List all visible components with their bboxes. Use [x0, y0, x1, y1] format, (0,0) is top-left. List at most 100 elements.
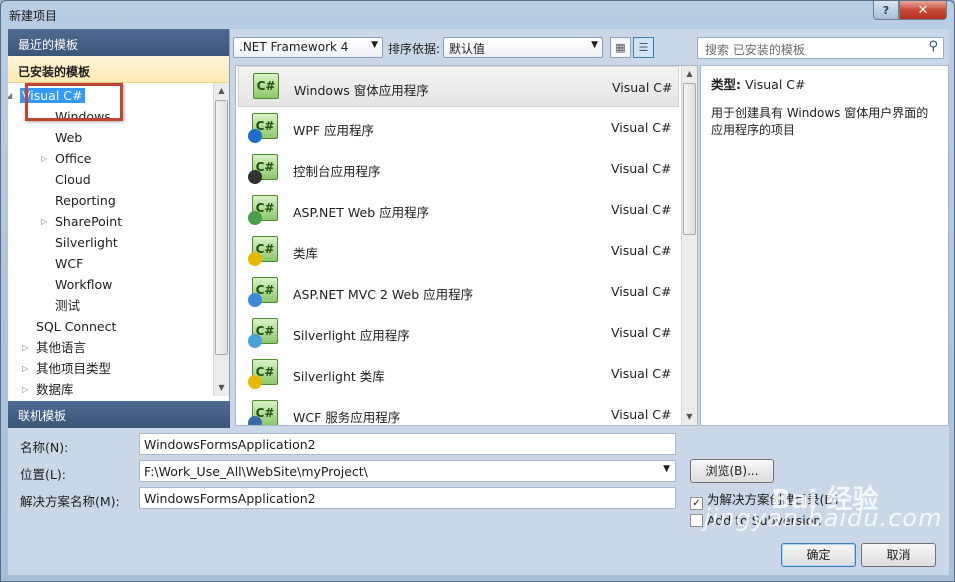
close-button[interactable]: ✕ — [899, 1, 947, 20]
scroll-up-icon[interactable]: ▲ — [682, 66, 697, 82]
help-button[interactable]: ? — [873, 1, 899, 20]
ok-button[interactable]: 确定 — [781, 543, 856, 567]
category-scrollbar[interactable]: ▲ ▼ — [213, 83, 229, 396]
template-row[interactable]: C# Windows 窗体应用程序 Visual C# — [238, 66, 679, 107]
tree-item[interactable]: 其他项目类型 — [36, 358, 111, 379]
chevron-down-icon: ▼ — [591, 40, 598, 50]
template-badge-icon — [248, 334, 262, 348]
expand-arrow-icon[interactable]: ▷ — [22, 337, 32, 358]
location-label: 位置(L): — [20, 467, 66, 482]
location-field[interactable]: F:\Work_Use_All\WebSite\myProject\ ▼ — [139, 460, 676, 482]
aspnet-web-icon: C# — [248, 193, 280, 225]
template-badge-icon — [248, 170, 262, 184]
tree-item[interactable]: 测试 — [55, 295, 80, 316]
cancel-button[interactable]: 取消 — [861, 543, 936, 567]
template-name: Silverlight 类库 — [293, 369, 385, 384]
search-icon[interactable]: ⚲ — [928, 39, 938, 54]
tree-item-label: SQL Connect — [36, 319, 117, 334]
template-row[interactable]: C# 类库 Visual C# — [238, 230, 679, 271]
search-placeholder: 搜索 已安装的模板 — [705, 43, 805, 57]
template-row[interactable]: C# 控制台应用程序 Visual C# — [238, 148, 679, 189]
tree-item[interactable]: Silverlight — [55, 232, 118, 253]
template-badge-icon — [248, 252, 262, 266]
scroll-down-icon[interactable]: ▼ — [214, 380, 229, 396]
scroll-down-icon[interactable]: ▼ — [682, 409, 697, 425]
tree-item-label: SharePoint — [55, 214, 123, 229]
template-language: Visual C# — [611, 161, 672, 176]
browse-button[interactable]: 浏览(B)... — [690, 459, 774, 483]
template-badge-icon — [248, 375, 262, 389]
online-templates-header[interactable]: 联机模板 — [8, 401, 230, 428]
template-badge-icon — [248, 211, 262, 225]
tree-item[interactable]: Office — [55, 148, 92, 169]
type-value: Visual C# — [744, 77, 806, 92]
expand-arrow-icon[interactable]: ▷ — [41, 148, 51, 169]
search-input[interactable]: 搜索 已安装的模板 ⚲ — [697, 37, 944, 59]
template-row[interactable]: C# WCF 服务应用程序 Visual C# — [238, 394, 679, 425]
tree-item[interactable]: Web — [55, 127, 82, 148]
chevron-down-icon: ▼ — [371, 40, 378, 50]
template-row[interactable]: C# Silverlight 类库 Visual C# — [238, 353, 679, 394]
source-control-checkbox[interactable] — [690, 514, 703, 527]
installed-templates-header[interactable]: 已安装的模板 — [8, 56, 229, 83]
template-name: 控制台应用程序 — [293, 164, 381, 179]
sort-select[interactable]: 默认值 ▼ — [443, 37, 603, 58]
tree-item-label: Cloud — [55, 172, 91, 187]
watermark-logo: Bai 经验 — [771, 485, 879, 515]
tree-item[interactable]: WCF — [55, 253, 83, 274]
framework-value: .NET Framework 4 — [239, 40, 349, 54]
solution-name-label: 解决方案名称(M): — [20, 494, 120, 509]
tree-item-label: Reporting — [55, 193, 116, 208]
template-row[interactable]: C# WPF 应用程序 Visual C# — [238, 107, 679, 148]
template-language: Visual C# — [611, 366, 672, 381]
solution-name-field[interactable]: WindowsFormsApplication2 — [139, 487, 676, 509]
scrollbar-thumb[interactable] — [683, 83, 696, 235]
template-category-panel: 最近的模板 已安装的模板 ◢ Visual C# Windows Web ▷ Office… — [8, 29, 230, 428]
expand-arrow-icon[interactable]: ▷ — [22, 358, 32, 379]
chevron-down-icon[interactable]: ▼ — [663, 464, 670, 474]
recent-templates-header[interactable]: 最近的模板 — [8, 29, 229, 56]
template-name: ASP.NET MVC 2 Web 应用程序 — [293, 287, 474, 302]
create-directory-checkbox[interactable]: ✓ — [690, 497, 703, 510]
tree-item[interactable]: 数据库 — [36, 379, 74, 396]
sort-label: 排序依据: — [388, 42, 441, 56]
tree-item[interactable]: Reporting — [55, 190, 116, 211]
framework-select[interactable]: .NET Framework 4 ▼ — [233, 37, 383, 58]
template-row[interactable]: C# Silverlight 应用程序 Visual C# — [238, 312, 679, 353]
small-icons-view-button[interactable]: ▦ — [610, 37, 631, 58]
tree-item[interactable]: SQL Connect — [36, 316, 116, 337]
new-project-dialog: 新建项目 ? ✕ 最近的模板 已安装的模板 ◢ Visual C# Windows W… — [0, 0, 955, 582]
wcf-service-icon: C# — [248, 398, 280, 425]
tree-item-label: Silverlight — [55, 235, 118, 250]
sort-value: 默认值 — [449, 42, 486, 56]
tree-item[interactable]: Cloud — [55, 169, 91, 190]
title-bar[interactable]: 新建项目 ? ✕ — [1, 1, 954, 29]
type-label: 类型: — [711, 77, 741, 92]
template-list-scrollbar[interactable]: ▲ ▼ — [681, 66, 697, 425]
project-name-field[interactable]: WindowsFormsApplication2 — [139, 433, 676, 455]
annotation-highlight — [25, 83, 123, 121]
wpf-icon: C# — [248, 111, 280, 143]
expand-arrow-icon[interactable]: ▷ — [41, 211, 51, 232]
template-badge-icon — [248, 293, 262, 307]
scrollbar-thumb[interactable] — [215, 100, 228, 355]
project-name-value: WindowsFormsApplication2 — [144, 437, 316, 452]
template-badge-icon — [248, 416, 262, 425]
expand-arrow-icon[interactable]: ◢ — [8, 85, 16, 106]
template-language: Visual C# — [611, 202, 672, 217]
tree-item-label: WCF — [55, 256, 84, 271]
silverlight-app-icon: C# — [248, 316, 280, 348]
expand-arrow-icon[interactable]: ▷ — [22, 379, 32, 396]
window-title: 新建项目 — [9, 9, 58, 23]
template-row[interactable]: C# ASP.NET Web 应用程序 Visual C# — [238, 189, 679, 230]
tree-item[interactable]: Workflow — [55, 274, 112, 295]
template-row[interactable]: C# ASP.NET MVC 2 Web 应用程序 Visual C# — [238, 271, 679, 312]
list-view-button[interactable]: ☰ — [633, 37, 654, 58]
location-value: F:\Work_Use_All\WebSite\myProject\ — [144, 464, 368, 479]
tree-item[interactable]: 其他语言 — [36, 337, 86, 358]
scroll-up-icon[interactable]: ▲ — [214, 83, 229, 99]
silverlight-library-icon: C# — [248, 357, 280, 389]
tree-item[interactable]: SharePoint — [55, 211, 122, 232]
csharp-glyph: C# — [253, 73, 279, 99]
template-language: Visual C# — [611, 120, 672, 135]
